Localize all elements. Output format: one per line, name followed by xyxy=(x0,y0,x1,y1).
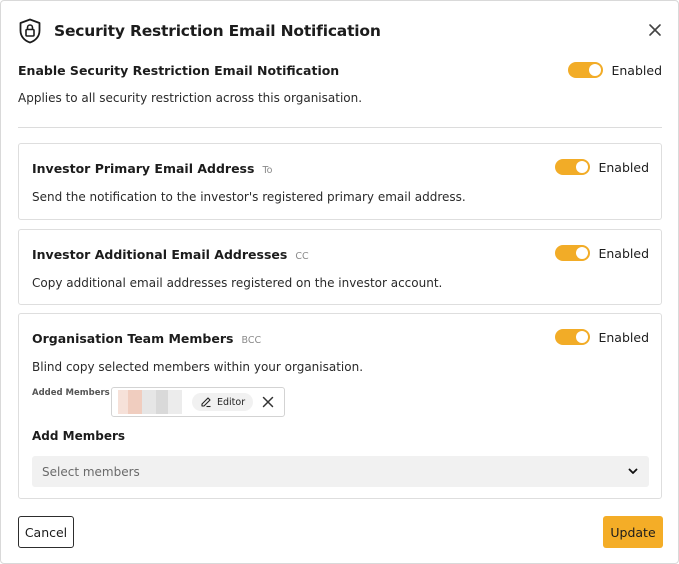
recipient-tag: BCC xyxy=(241,334,262,346)
edit-icon xyxy=(201,397,211,408)
recipient-card-header: Investor Primary Email Address To xyxy=(32,158,272,177)
select-members-placeholder: Select members xyxy=(42,464,140,479)
master-toggle[interactable] xyxy=(568,62,604,78)
dialog-header: Security Restriction Email Notification xyxy=(18,16,664,46)
primary-toggle-text: Enabled xyxy=(598,159,649,175)
team-toggle-group: Enabled xyxy=(555,329,649,345)
member-role-button[interactable]: Editor xyxy=(192,393,254,411)
toggle-knob xyxy=(576,161,589,173)
update-button[interactable]: Update xyxy=(603,516,663,548)
toggle-knob xyxy=(576,331,589,343)
recipient-card-additional: Investor Additional Email Addresses CC En… xyxy=(18,229,662,305)
recipient-card-header: Investor Additional Email Addresses CC xyxy=(32,244,309,263)
divider xyxy=(18,127,662,128)
recipient-description: Blind copy selected members within your … xyxy=(32,360,364,374)
master-toggle-group: Enabled xyxy=(568,62,662,78)
chevron-down-icon xyxy=(627,462,639,481)
recipient-description: Send the notification to the investor's … xyxy=(32,190,466,204)
close-icon[interactable] xyxy=(646,21,664,39)
additional-toggle-group: Enabled xyxy=(555,245,649,261)
team-toggle-text: Enabled xyxy=(598,329,649,345)
add-members-label: Add Members xyxy=(32,429,126,443)
additional-toggle-text: Enabled xyxy=(598,245,649,261)
additional-toggle[interactable] xyxy=(555,245,591,261)
primary-toggle[interactable] xyxy=(555,159,591,175)
added-members-label: Added Members xyxy=(32,388,110,398)
recipient-card-header: Organisation Team Members BCC xyxy=(32,328,261,347)
member-avatar-redacted xyxy=(118,390,182,414)
toggle-knob xyxy=(589,64,602,76)
remove-member-icon[interactable] xyxy=(261,395,275,409)
security-notification-dialog: Security Restriction Email Notification … xyxy=(0,0,679,564)
primary-toggle-group: Enabled xyxy=(555,159,649,175)
recipient-label: Investor Additional Email Addresses xyxy=(32,246,288,262)
recipient-label: Investor Primary Email Address xyxy=(32,160,255,176)
recipient-card-primary: Investor Primary Email Address To Enabled… xyxy=(18,143,662,220)
shield-lock-icon xyxy=(18,18,42,44)
cancel-button[interactable]: Cancel xyxy=(18,516,74,548)
master-toggle-text: Enabled xyxy=(611,62,662,78)
master-setting-label: Enable Security Restriction Email Notifi… xyxy=(18,62,340,78)
master-setting-description: Applies to all security restriction acro… xyxy=(18,91,363,105)
master-setting: Enable Security Restriction Email Notifi… xyxy=(18,59,662,105)
member-role-label: Editor xyxy=(217,396,246,408)
recipient-label: Organisation Team Members xyxy=(32,330,234,346)
select-members-dropdown[interactable]: Select members xyxy=(32,456,649,487)
team-toggle[interactable] xyxy=(555,329,591,345)
dialog-title: Security Restriction Email Notification xyxy=(54,22,381,40)
member-chip: Editor xyxy=(111,387,285,417)
recipient-tag: To xyxy=(262,164,273,176)
recipient-description: Copy additional email addresses register… xyxy=(32,276,443,290)
recipient-tag: CC xyxy=(295,250,309,262)
recipient-card-team: Organisation Team Members BCC Enabled Bli… xyxy=(18,313,662,499)
toggle-knob xyxy=(576,247,589,259)
